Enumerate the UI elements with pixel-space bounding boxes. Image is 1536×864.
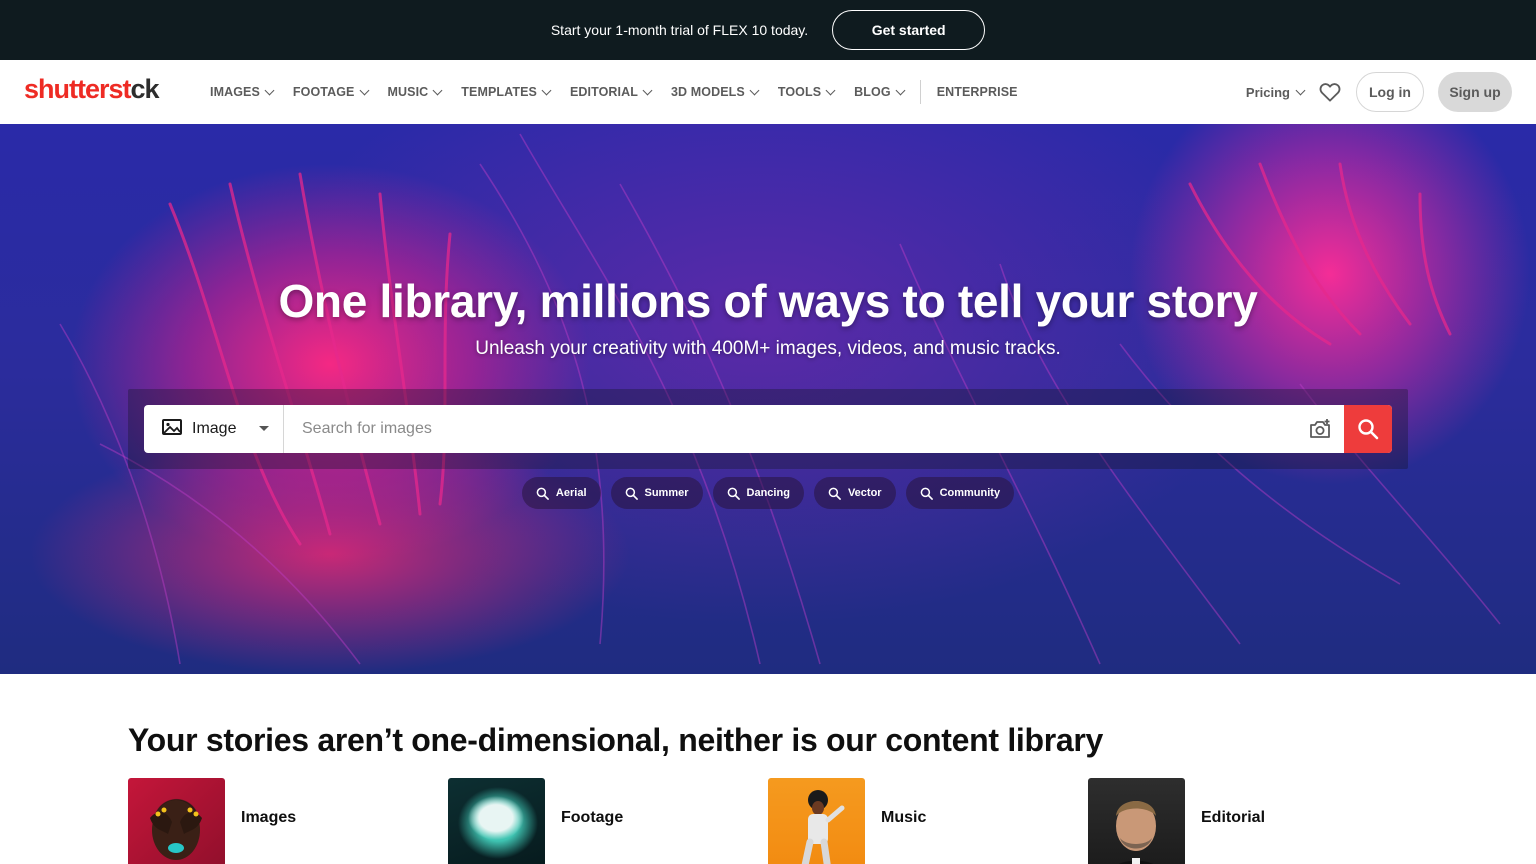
nav-templates[interactable]: TEMPLATES	[461, 85, 552, 99]
chip-label: Community	[939, 487, 1001, 499]
pricing-menu[interactable]: Pricing	[1245, 84, 1306, 100]
search-panel: Image	[128, 389, 1408, 469]
chip-label: Dancing	[746, 487, 790, 499]
nav-music-label: MUSIC	[387, 85, 429, 99]
suggested-searches: Aerial Summer Dancing Vector Community	[0, 477, 1536, 509]
caret-down-icon	[259, 426, 269, 431]
nav-3d-models-label: 3D MODELS	[671, 85, 745, 99]
card-music[interactable]: Music	[768, 778, 1088, 864]
nav-3d-models[interactable]: 3D MODELS	[671, 85, 760, 99]
heart-icon[interactable]	[1318, 80, 1342, 104]
nav-enterprise-label: ENTERPRISE	[936, 85, 1018, 99]
promo-text: Start your 1-month trial of FLEX 10 toda…	[550, 22, 809, 38]
music-thumbnail	[768, 778, 865, 864]
chip-summer[interactable]: Summer	[610, 477, 703, 509]
nav-blog[interactable]: BLOG	[854, 85, 906, 99]
media-type-select[interactable]: Image	[144, 405, 284, 453]
shutterstock-logo[interactable]: shutterst ck	[24, 74, 160, 105]
nav-templates-label: TEMPLATES	[461, 85, 537, 99]
media-type-label: Image	[192, 420, 237, 437]
search-icon	[727, 487, 740, 500]
account-nav: Pricing Log in Sign up	[1246, 60, 1512, 124]
card-editorial-label: Editorial	[1201, 808, 1266, 826]
chevron-down-icon	[432, 85, 443, 95]
promo-bar: Start your 1-month trial of FLEX 10 toda…	[0, 0, 1536, 60]
chevron-down-icon	[359, 85, 369, 95]
get-started-button[interactable]: Get started	[832, 10, 986, 50]
search-icon	[1358, 419, 1379, 440]
nav-tools-label: TOOLS	[777, 85, 822, 99]
nav-divider	[919, 80, 921, 104]
content-type-cards: Images Footage Music Editorial	[128, 778, 1408, 864]
chevron-down-icon	[541, 85, 552, 95]
pricing-label: Pricing	[1245, 84, 1290, 100]
search-icon	[828, 487, 841, 500]
main-nav: IMAGES FOOTAGE MUSIC TEMPLATES EDITORIAL…	[210, 60, 1038, 124]
chip-vector[interactable]: Vector	[813, 477, 896, 509]
card-footage-label: Footage	[561, 808, 624, 826]
hero-subtitle: Unleash your creativity with 400M+ image…	[475, 338, 1061, 359]
nav-footage[interactable]: FOOTAGE	[292, 85, 369, 99]
nav-images-label: IMAGES	[210, 85, 260, 99]
footage-thumbnail	[448, 778, 545, 864]
card-images[interactable]: Images	[128, 778, 448, 864]
chip-label: Aerial	[555, 487, 587, 499]
card-music-label: Music	[881, 808, 927, 826]
nav-music[interactable]: MUSIC	[387, 85, 443, 99]
nav-images[interactable]: IMAGES	[210, 85, 275, 99]
chip-label: Vector	[847, 487, 882, 499]
nav-enterprise[interactable]: ENTERPRISE	[937, 85, 1018, 99]
nav-footage-label: FOOTAGE	[292, 85, 355, 99]
chevron-down-icon	[1295, 85, 1306, 95]
nav-tools[interactable]: TOOLS	[777, 85, 836, 99]
logo-text-main: shutterst	[24, 74, 132, 104]
nav-blog-label: BLOG	[854, 85, 891, 99]
hero-banner: One library, millions of ways to tell yo…	[0, 124, 1536, 674]
chevron-down-icon	[825, 85, 836, 95]
content-library-title: Your stories aren’t one-dimensional, nei…	[128, 722, 1104, 758]
chip-community[interactable]: Community	[905, 477, 1015, 509]
card-images-label: Images	[241, 808, 297, 826]
chip-dancing[interactable]: Dancing	[712, 477, 804, 509]
editorial-thumbnail	[1088, 778, 1185, 864]
card-editorial[interactable]: Editorial	[1088, 778, 1408, 864]
hero-title: One library, millions of ways to tell yo…	[278, 275, 1258, 327]
logo-text-end: ck	[130, 74, 160, 104]
sign-up-button[interactable]: Sign up	[1438, 72, 1512, 112]
chevron-down-icon	[642, 85, 653, 95]
search-button[interactable]	[1344, 405, 1392, 453]
chip-label: Summer	[644, 487, 689, 499]
log-in-button[interactable]: Log in	[1356, 72, 1424, 112]
site-header: shutterst ck IMAGES FOOTAGE MUSIC TEMPLA…	[0, 60, 1536, 124]
search-icon	[625, 487, 638, 500]
search-icon	[536, 487, 549, 500]
search-bar: Image	[144, 405, 1392, 453]
chip-aerial[interactable]: Aerial	[521, 477, 601, 509]
chevron-down-icon	[749, 85, 760, 95]
card-footage[interactable]: Footage	[448, 778, 768, 864]
search-by-image-icon[interactable]	[1296, 405, 1344, 453]
chevron-down-icon	[264, 85, 275, 95]
search-icon	[920, 487, 933, 500]
nav-editorial-label: EDITORIAL	[569, 85, 638, 99]
chevron-down-icon	[895, 85, 906, 95]
images-thumbnail	[128, 778, 225, 864]
search-input[interactable]	[284, 405, 1296, 453]
image-icon	[162, 418, 182, 441]
nav-editorial[interactable]: EDITORIAL	[569, 85, 653, 99]
